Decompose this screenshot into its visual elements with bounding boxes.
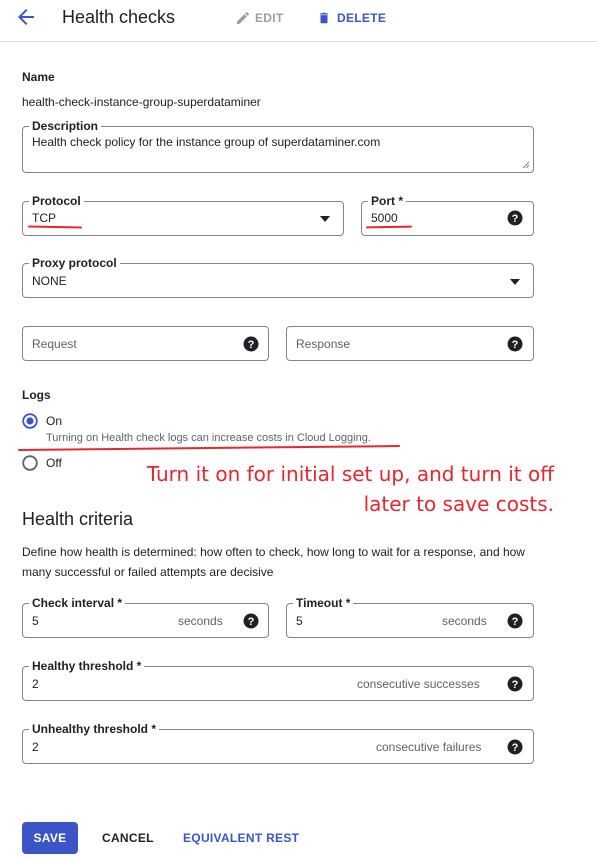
page-title: Health checks [62, 7, 176, 27]
save-button[interactable]: SAVE [22, 822, 78, 854]
check-interval-label: Check interval * [29, 596, 126, 610]
back-arrow-icon[interactable] [14, 5, 38, 29]
help-icon[interactable]: ? [243, 336, 259, 352]
help-icon[interactable]: ? [507, 739, 523, 755]
name-label: Name [22, 70, 55, 84]
unhealthy-threshold-value: 2 [32, 740, 39, 754]
response-field[interactable]: Response ? [286, 326, 534, 361]
help-icon[interactable]: ? [507, 676, 523, 692]
radio-on-label: On [46, 414, 63, 428]
health-criteria-description: Define how health is determined: how oft… [22, 545, 525, 579]
cancel-button[interactable]: CANCEL [102, 831, 154, 845]
unhealthy-threshold-field[interactable]: Unhealthy threshold * 2 consecutive fail… [22, 722, 534, 764]
description-value: Health check policy for the instance gro… [32, 135, 381, 149]
help-icon[interactable]: ? [243, 613, 259, 629]
edit-label: EDIT [255, 11, 284, 25]
svg-text:?: ? [512, 616, 519, 628]
name-value: health-check-instance-group-superdatamin… [22, 95, 261, 109]
annotation-line-1: Turn it on for initial set up, and turn … [146, 462, 554, 486]
proxy-protocol-select[interactable]: Proxy protocol NONE [22, 256, 534, 298]
svg-text:?: ? [512, 742, 519, 754]
request-placeholder: Request [32, 337, 77, 351]
annotation-underline-hint [18, 444, 400, 452]
response-placeholder: Response [296, 337, 351, 351]
unhealthy-threshold-unit: consecutive failures [376, 740, 482, 754]
svg-text:?: ? [512, 679, 519, 691]
help-icon[interactable]: ? [507, 613, 523, 629]
protocol-select[interactable]: Protocol TCP [22, 194, 344, 236]
proxy-protocol-label: Proxy protocol [29, 256, 120, 270]
port-value: 5000 [371, 211, 398, 225]
edit-button[interactable]: EDIT [235, 8, 284, 28]
delete-label: DELETE [337, 11, 387, 25]
timeout-field[interactable]: Timeout * 5 seconds ? [286, 596, 534, 638]
dropdown-arrow-icon [320, 216, 330, 222]
annotation-note: Turn it on for initial set up, and turn … [74, 459, 554, 519]
unhealthy-threshold-label: Unhealthy threshold * [29, 722, 160, 736]
trash-icon [319, 12, 329, 24]
resize-grip-icon[interactable] [522, 161, 530, 169]
annotation-line-2: later to save costs. [363, 492, 554, 516]
protocol-label: Protocol [29, 194, 84, 208]
check-interval-unit: seconds [178, 614, 223, 628]
equivalent-rest-button[interactable]: EQUIVALENT REST [183, 831, 299, 845]
timeout-unit: seconds [442, 614, 487, 628]
timeout-value: 5 [296, 614, 303, 628]
protocol-value: TCP [32, 211, 56, 225]
dropdown-arrow-icon [510, 279, 520, 285]
top-bar: Health checks EDIT DELETE [0, 0, 597, 42]
request-field[interactable]: Request ? [22, 326, 269, 361]
check-interval-field[interactable]: Check interval * 5 seconds ? [22, 596, 269, 638]
svg-text:?: ? [512, 213, 519, 225]
healthy-threshold-label: Healthy threshold * [29, 659, 145, 673]
healthy-threshold-field[interactable]: Healthy threshold * 2 consecutive succes… [22, 659, 534, 701]
radio-off-label: Off [46, 456, 62, 470]
port-label: Port * [368, 194, 407, 208]
logs-label: Logs [22, 388, 51, 402]
healthy-threshold-value: 2 [32, 677, 39, 691]
radio-on[interactable] [22, 413, 38, 429]
proxy-protocol-value: NONE [32, 274, 67, 288]
healthy-threshold-unit: consecutive successes [357, 677, 480, 691]
svg-text:?: ? [248, 339, 255, 351]
check-interval-value: 5 [32, 614, 39, 628]
port-field[interactable]: Port * 5000 ? [361, 194, 534, 236]
description-label: Description [29, 119, 102, 133]
radio-off[interactable] [22, 455, 38, 471]
description-field[interactable]: Description Health check policy for the … [22, 119, 534, 173]
help-icon[interactable]: ? [507, 210, 523, 226]
svg-text:?: ? [248, 616, 255, 628]
health-criteria-title: Health criteria [22, 509, 134, 529]
help-icon[interactable]: ? [507, 336, 523, 352]
timeout-label: Timeout * [293, 596, 354, 610]
delete-button[interactable]: DELETE [317, 8, 386, 28]
svg-text:?: ? [512, 339, 519, 351]
pencil-icon [237, 11, 250, 24]
logs-cost-hint: Turning on Health check logs can increas… [46, 432, 371, 444]
